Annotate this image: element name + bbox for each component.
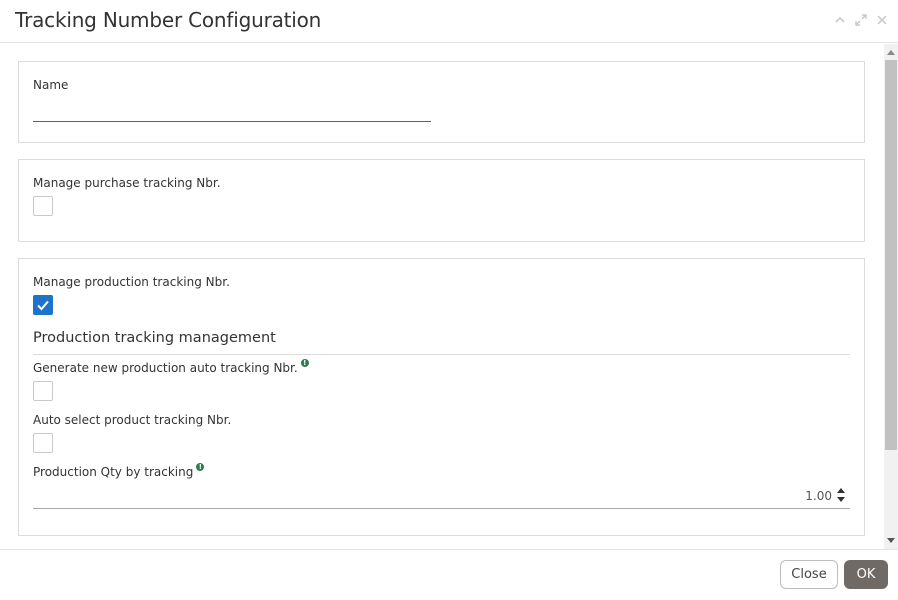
name-panel: Name — [18, 61, 865, 143]
auto-select-label: Auto select product tracking Nbr. — [33, 413, 232, 427]
scroll-down-arrow-icon[interactable] — [884, 534, 898, 548]
production-qty-input[interactable]: 1.00 — [33, 482, 850, 509]
stepper-down-icon — [837, 497, 845, 502]
name-input[interactable] — [33, 102, 431, 122]
purchase-tracking-label: Manage purchase tracking Nbr. — [33, 176, 221, 190]
auto-select-checkbox[interactable] — [33, 433, 53, 453]
tracking-config-dialog: Tracking Number Configuration Name Manag… — [0, 0, 898, 600]
info-icon[interactable]: ! — [300, 359, 309, 367]
production-tracking-checkbox[interactable] — [33, 295, 53, 315]
name-label: Name — [33, 78, 69, 92]
generate-tracking-label: Generate new production auto tracking Nb… — [33, 361, 298, 375]
qty-stepper[interactable] — [836, 486, 846, 504]
production-qty-label-row: Production Qty by tracking! — [33, 463, 205, 479]
purchase-panel: Manage purchase tracking Nbr. — [18, 159, 865, 242]
collapse-icon[interactable] — [832, 12, 848, 28]
header-controls — [832, 12, 890, 28]
production-qty-value: 1.00 — [805, 489, 832, 503]
generate-tracking-checkbox[interactable] — [33, 381, 53, 401]
dialog-body: Name Manage purchase tracking Nbr. Manag… — [0, 44, 898, 549]
production-tracking-label: Manage production tracking Nbr. — [33, 275, 230, 289]
production-panel: Manage production tracking Nbr. Producti… — [18, 258, 865, 536]
stepper-up-icon — [837, 488, 845, 493]
dialog-footer: Close OK — [0, 549, 898, 600]
dialog-title: Tracking Number Configuration — [15, 8, 322, 32]
close-button[interactable]: Close — [780, 560, 838, 589]
scroll-up-arrow-icon[interactable] — [884, 45, 898, 59]
production-section-title: Production tracking management — [33, 330, 850, 355]
vertical-scrollbar[interactable] — [884, 44, 898, 549]
production-qty-label: Production Qty by tracking — [33, 465, 194, 479]
close-icon[interactable] — [874, 12, 890, 28]
dialog-header: Tracking Number Configuration — [0, 0, 898, 43]
checkmark-icon — [37, 300, 49, 311]
generate-tracking-label-row: Generate new production auto tracking Nb… — [33, 359, 309, 375]
form-content: Name Manage purchase tracking Nbr. Manag… — [18, 61, 865, 536]
maximize-icon[interactable] — [853, 12, 869, 28]
scrollbar-thumb[interactable] — [885, 60, 897, 450]
ok-button[interactable]: OK — [844, 560, 888, 589]
purchase-tracking-checkbox[interactable] — [33, 196, 53, 216]
info-icon[interactable]: ! — [196, 463, 205, 471]
